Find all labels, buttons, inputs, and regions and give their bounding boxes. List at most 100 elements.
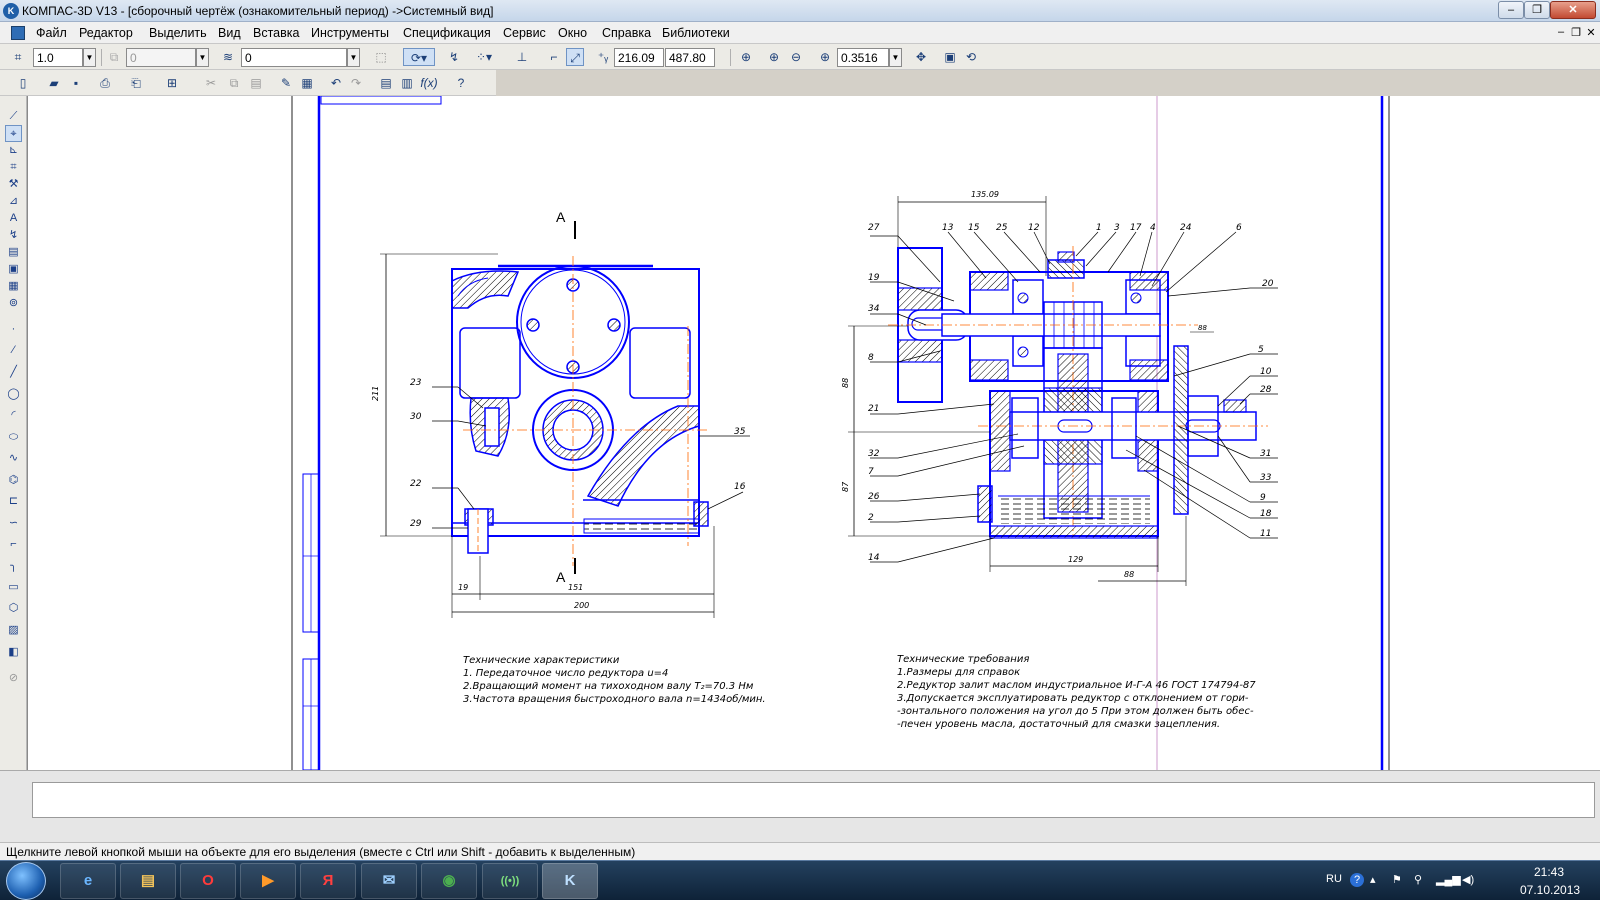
zoom-in-icon[interactable]: ⊕ [765, 48, 783, 66]
magnet-snap-icon[interactable]: ⟳▾ [403, 48, 435, 66]
style-input[interactable] [241, 48, 347, 67]
network-app-icon[interactable]: ((•)) [482, 863, 538, 899]
save-icon[interactable]: ▪ [67, 74, 85, 92]
segment-icon[interactable]: ╱ [5, 364, 22, 381]
language-indicator[interactable]: RU [1326, 873, 1342, 885]
preview-icon[interactable]: ⎗ [127, 74, 145, 92]
bezier-icon[interactable]: ∽ [5, 515, 22, 532]
menu-libraries[interactable]: Библиотеки [662, 26, 730, 40]
variables-icon[interactable]: ▥ [398, 74, 416, 92]
snap-toggle-icon[interactable]: ⤢ [566, 48, 584, 66]
fillet-icon[interactable]: ╮ [5, 558, 22, 575]
kompas-taskbar-icon[interactable]: K [542, 863, 598, 899]
insert-icon[interactable]: ▣ [5, 261, 22, 278]
chrome-icon[interactable]: ◉ [421, 863, 477, 899]
arc-icon[interactable]: ◜ [5, 407, 22, 424]
designations-icon[interactable]: ⊾ [5, 142, 22, 159]
copy-icon[interactable]: ⧉ [225, 74, 243, 92]
redo-icon[interactable]: ↷ [347, 74, 365, 92]
chamfer-icon[interactable]: ⌐ [5, 536, 22, 553]
volume-tray-icon[interactable]: ◀) [1462, 873, 1474, 886]
zoom-window-icon[interactable]: ⊕ [737, 48, 755, 66]
rectangle-icon[interactable]: ▭ [5, 579, 22, 596]
aux-line-icon[interactable]: ⁄ [5, 342, 22, 359]
hatch-icon[interactable]: ▨ [5, 622, 22, 639]
media-player-icon[interactable]: ▶ [240, 863, 296, 899]
menu-editor[interactable]: Редактор [79, 26, 133, 40]
properties-icon[interactable]: ▦ [298, 74, 316, 92]
style-icon[interactable]: ≋ [219, 48, 237, 66]
print-icon[interactable]: ⎙ [96, 74, 114, 92]
ortho-icon[interactable]: ↯ [445, 48, 463, 66]
menu-insert[interactable]: Вставка [253, 26, 299, 40]
grid-icon[interactable]: ⁘▾ [475, 48, 493, 66]
select-icon[interactable]: A [5, 210, 22, 227]
help-cursor-icon[interactable]: ? [452, 74, 470, 92]
help-tray-icon[interactable]: ? [1350, 873, 1364, 887]
polyline-icon[interactable]: ⌬ [5, 472, 22, 489]
menu-select[interactable]: Выделить [149, 26, 207, 40]
show-all-icon[interactable]: ▣ [941, 48, 959, 66]
flag-tray-icon[interactable]: ⚑ [1392, 873, 1402, 886]
menu-service[interactable]: Сервис [503, 26, 546, 40]
file-explorer-icon[interactable]: ▤ [120, 863, 176, 899]
undo-icon[interactable]: ↶ [327, 74, 345, 92]
menu-tools[interactable]: Инструменты [311, 26, 389, 40]
doc-close-button[interactable]: ✕ [1584, 26, 1598, 39]
measure-icon[interactable]: ⊿ [5, 193, 22, 210]
polygon-icon[interactable]: ⬡ [5, 600, 22, 617]
state-icon[interactable]: ⬚ [372, 48, 390, 66]
scale-dropdown[interactable]: ▼ [83, 48, 96, 67]
edit-icon[interactable]: ⌗ [5, 159, 22, 176]
pan-icon[interactable]: ✥ [912, 48, 930, 66]
menu-file[interactable]: Файл [36, 26, 67, 40]
minimize-button[interactable]: ‒ [1498, 1, 1524, 19]
point-icon[interactable]: · [5, 321, 22, 338]
coord-x-field[interactable] [614, 48, 664, 67]
fragment-icon[interactable]: ▦ [5, 278, 22, 295]
contour-icon[interactable]: ⊏ [5, 493, 22, 510]
local-cs-icon[interactable]: ⊥ [513, 48, 531, 66]
parametrization-icon[interactable]: ⚒ [5, 176, 22, 193]
style-dropdown[interactable]: ▼ [347, 48, 360, 67]
coord-y-field[interactable] [665, 48, 715, 67]
new-file-icon[interactable]: ▯ [14, 74, 32, 92]
drawing-canvas[interactable]: A A 211 19 151 200 23 30 22 29 35 16 135… [27, 96, 1600, 770]
zoom-scale-icon[interactable]: ⊕ [816, 48, 834, 66]
clock-time[interactable]: 21:43 [1534, 865, 1564, 879]
format-brush-icon[interactable]: ✎ [277, 74, 295, 92]
show-hidden-icon[interactable]: ▴ [1370, 873, 1376, 886]
function-icon[interactable]: f(x) [420, 74, 438, 92]
ortho-mode-icon[interactable]: ⌐ [545, 48, 563, 66]
internet-explorer-icon[interactable]: e [60, 863, 116, 899]
menu-window[interactable]: Окно [558, 26, 587, 40]
scale-input[interactable] [33, 48, 83, 67]
library-manager-icon[interactable]: ▤ [377, 74, 395, 92]
mail-icon[interactable]: ✉ [361, 863, 417, 899]
signal-tray-icon[interactable]: ▂▄▆ [1436, 873, 1461, 886]
paste-icon[interactable]: ▤ [247, 74, 265, 92]
close-button[interactable]: ✕ [1550, 1, 1596, 19]
menu-view[interactable]: Вид [218, 26, 241, 40]
open-file-icon[interactable]: ▰ [45, 74, 63, 92]
property-field[interactable] [32, 782, 1595, 818]
doc-minimize-button[interactable]: ‒ [1554, 26, 1568, 38]
zoom-input[interactable] [837, 48, 889, 67]
manager-icon[interactable]: ⊞ [163, 74, 181, 92]
menu-help[interactable]: Справка [602, 26, 651, 40]
report-icon[interactable]: ▤ [5, 244, 22, 261]
menu-specification[interactable]: Спецификация [403, 26, 491, 40]
refresh-icon[interactable]: ⟲ [962, 48, 980, 66]
geometry-icon[interactable]: ⟋ [5, 108, 22, 125]
ref-icon[interactable]: ⊚ [5, 295, 22, 312]
zoom-out-icon[interactable]: ⊖ [787, 48, 805, 66]
doc-restore-button[interactable]: ❐ [1569, 26, 1583, 39]
document-icon[interactable] [11, 26, 25, 40]
usb-tray-icon[interactable]: ⚲ [1414, 873, 1422, 886]
spline-icon[interactable]: ∿ [5, 450, 22, 467]
dimensions-icon[interactable]: ⌖ [5, 125, 22, 142]
fill-icon[interactable]: ◧ [5, 644, 22, 661]
cut-icon[interactable]: ✂ [202, 74, 220, 92]
ellipse-icon[interactable]: ⬭ [5, 429, 22, 446]
yandex-icon[interactable]: Я [300, 863, 356, 899]
